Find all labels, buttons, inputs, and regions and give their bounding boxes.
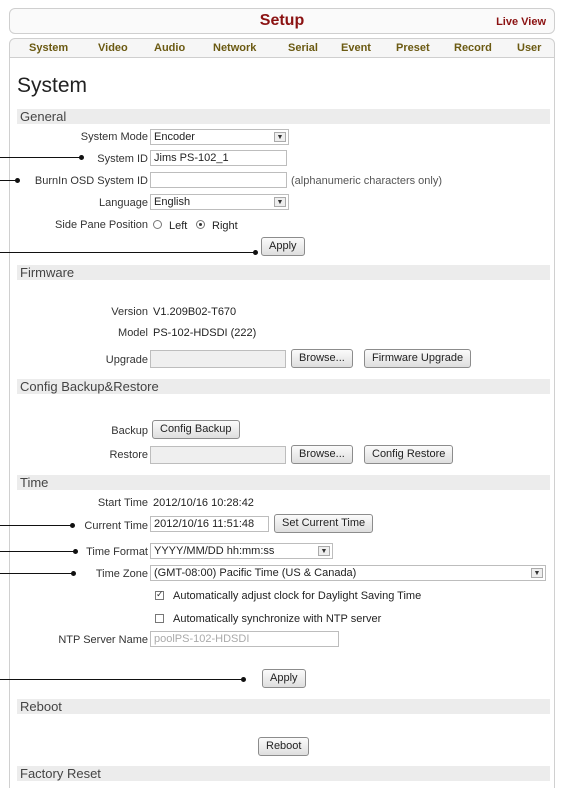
system-mode-label: System Mode	[80, 131, 148, 143]
tab-event[interactable]: Event	[341, 42, 371, 54]
section-time: Time	[17, 475, 550, 490]
callout-dot	[70, 523, 75, 528]
tab-record[interactable]: Record	[454, 42, 492, 54]
callout-dot	[241, 677, 246, 682]
callout-dot	[253, 250, 258, 255]
callout-line-general-apply	[0, 252, 255, 253]
chevron-down-icon: ▼	[274, 197, 286, 207]
start-time-value: 2012/10/16 10:28:42	[153, 497, 254, 509]
restore-file-field[interactable]	[150, 446, 286, 464]
system-mode-select[interactable]: Encoder ▼	[150, 129, 289, 145]
tab-video[interactable]: Video	[98, 42, 128, 54]
chevron-down-icon: ▼	[531, 568, 543, 578]
callout-line-current-time	[0, 525, 72, 526]
tab-audio[interactable]: Audio	[154, 42, 185, 54]
callout-line-system-id	[0, 157, 81, 158]
chevron-down-icon: ▼	[274, 132, 286, 142]
version-value: V1.209B02-T670	[153, 306, 237, 318]
start-time-label: Start Time	[97, 497, 148, 509]
side-pane-left-label: Left	[169, 220, 188, 232]
callout-dot	[73, 549, 78, 554]
model-label: Model	[118, 327, 148, 339]
tab-user[interactable]: User	[517, 42, 541, 54]
config-restore-button[interactable]: Config Restore	[364, 445, 454, 464]
restore-label: Restore	[109, 449, 148, 461]
system-id-field[interactable]: Jims PS-102_1	[150, 150, 287, 166]
chevron-down-icon: ▼	[318, 546, 330, 556]
dst-checkbox[interactable]	[155, 589, 164, 600]
burnin-osd-field[interactable]	[150, 172, 287, 188]
config-backup-button[interactable]: Config Backup	[152, 420, 240, 439]
tab-preset[interactable]: Preset	[396, 42, 430, 54]
ntp-server-field[interactable]: poolPS-102-HDSDI	[150, 631, 339, 647]
section-factory-reset: Factory Reset	[17, 766, 550, 781]
side-pane-right-label: Right	[212, 220, 238, 232]
language-value: English	[154, 196, 191, 208]
time-format-value: YYYY/MM/DD hh:mm:ss	[154, 545, 275, 557]
time-zone-select[interactable]: (GMT-08:00) Pacific Time (US & Canada) ▼	[150, 565, 546, 581]
time-zone-value: (GMT-08:00) Pacific Time (US & Canada)	[154, 567, 357, 579]
model-value: PS-102-HDSDI (222)	[153, 327, 257, 339]
section-reboot: Reboot	[17, 699, 550, 714]
system-id-label: System ID	[97, 153, 148, 165]
set-current-time-button[interactable]: Set Current Time	[274, 514, 374, 533]
section-general: General	[17, 109, 550, 124]
callout-dot	[15, 178, 20, 183]
reboot-button[interactable]: Reboot	[258, 737, 310, 756]
section-config-backup-restore: Config Backup&Restore	[17, 379, 550, 394]
tab-system[interactable]: System	[29, 42, 68, 54]
time-format-select[interactable]: YYYY/MM/DD hh:mm:ss ▼	[150, 543, 333, 559]
backup-label: Backup	[111, 425, 148, 437]
side-pane-right-radio[interactable]	[196, 220, 205, 229]
callout-line-time-apply	[0, 679, 243, 680]
ntp-sync-label: Automatically synchronize with NTP serve…	[173, 613, 382, 625]
burnin-osd-hint: (alphanumeric characters only)	[291, 175, 443, 187]
tab-serial[interactable]: Serial	[288, 42, 318, 54]
tab-network[interactable]: Network	[213, 42, 256, 54]
side-pane-label: Side Pane Position	[55, 219, 148, 231]
callout-line-time-zone	[0, 573, 73, 574]
callout-dot	[71, 571, 76, 576]
setup-header: Setup Live View	[9, 8, 555, 34]
burnin-osd-label: BurnIn OSD System ID	[34, 175, 148, 187]
setup-title: Setup	[259, 12, 305, 29]
restore-browse-button[interactable]: Browse...	[291, 445, 353, 464]
ntp-server-label: NTP Server Name	[58, 634, 148, 646]
language-select[interactable]: English ▼	[150, 194, 289, 210]
language-label: Language	[99, 197, 148, 209]
tab-bar: System Video Audio Network Serial Event …	[9, 38, 555, 58]
ntp-sync-checkbox[interactable]	[155, 614, 164, 623]
upgrade-label: Upgrade	[105, 354, 148, 366]
upgrade-browse-button[interactable]: Browse...	[291, 349, 353, 368]
version-label: Version	[111, 306, 148, 318]
time-apply-button[interactable]: Apply	[262, 669, 306, 688]
upgrade-file-field[interactable]	[150, 350, 286, 368]
current-time-field[interactable]: 2012/10/16 11:51:48	[150, 516, 269, 532]
firmware-upgrade-button[interactable]: Firmware Upgrade	[364, 349, 472, 368]
general-apply-button[interactable]: Apply	[261, 237, 305, 256]
page-title: System	[17, 74, 88, 97]
system-mode-value: Encoder	[154, 131, 195, 143]
side-pane-left-radio[interactable]	[153, 220, 162, 229]
callout-line-time-format	[0, 551, 75, 552]
section-firmware: Firmware	[17, 265, 550, 280]
dst-label: Automatically adjust clock for Daylight …	[173, 590, 422, 602]
callout-dot	[79, 155, 84, 160]
live-view-link[interactable]: Live View	[496, 16, 546, 28]
